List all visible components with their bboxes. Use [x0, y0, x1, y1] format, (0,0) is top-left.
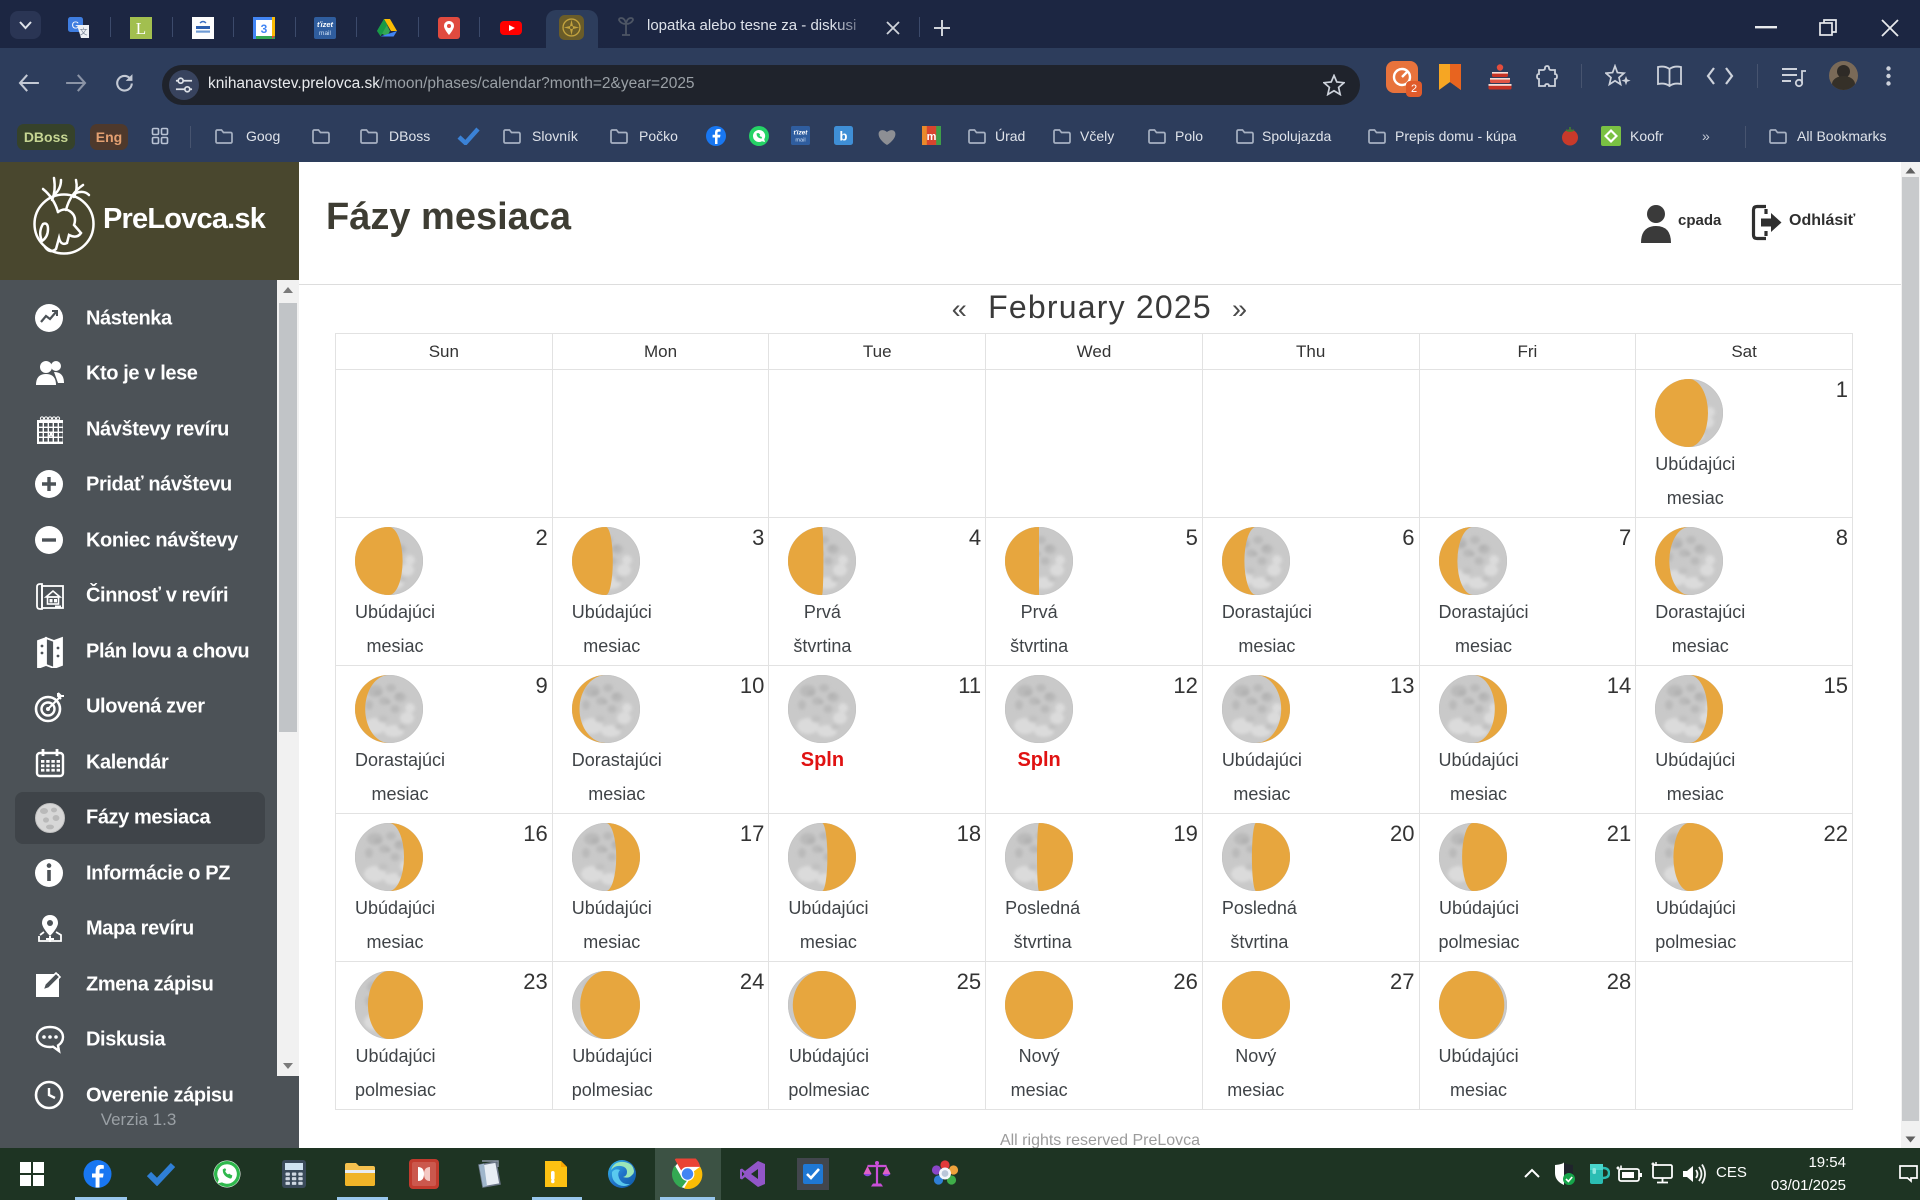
svg-text:m: m	[927, 131, 937, 143]
svg-text:mail: mail	[795, 138, 805, 144]
svg-text:mail: mail	[319, 30, 331, 37]
svg-text:b: b	[840, 129, 848, 144]
svg-text:x: x	[49, 431, 53, 438]
svg-text:ťizet: ťizet	[794, 130, 809, 137]
svg-text:L: L	[136, 19, 146, 38]
svg-text:ťizet: ťizet	[317, 20, 334, 29]
svg-text:文: 文	[80, 27, 88, 37]
svg-text:3: 3	[261, 22, 268, 36]
